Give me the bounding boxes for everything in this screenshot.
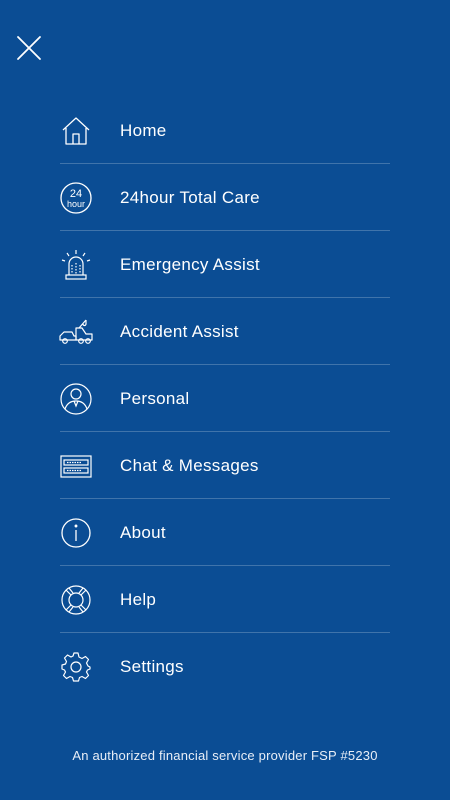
menu-item-label: Emergency Assist [120, 254, 260, 274]
info-icon [58, 515, 94, 551]
menu-item-label: Accident Assist [120, 321, 239, 341]
menu-item-label: About [120, 522, 166, 542]
menu-item-label: Chat & Messages [120, 455, 259, 475]
menu-item-personal[interactable]: Personal [0, 365, 450, 432]
close-button[interactable] [12, 31, 46, 65]
navigation-drawer: Home 24 hour 24hour Total Care Emergency… [0, 0, 450, 800]
menu-item-label: Personal [120, 388, 190, 408]
emergency-beacon-icon [58, 247, 94, 283]
menu-item-about[interactable]: About [0, 499, 450, 566]
menu-item-accident-assist[interactable]: Accident Assist [0, 298, 450, 365]
gear-icon [58, 649, 94, 685]
menu-item-label: Help [120, 589, 157, 609]
menu-item-settings[interactable]: Settings [0, 633, 450, 700]
24hour-icon-bottom: hour [67, 199, 85, 209]
menu-item-label: 24hour Total Care [120, 187, 260, 207]
menu-item-label: Home [120, 120, 167, 140]
main-menu: Home 24 hour 24hour Total Care Emergency… [0, 97, 450, 700]
menu-item-help[interactable]: Help [0, 566, 450, 633]
lifebuoy-icon [58, 582, 94, 618]
chat-messages-icon [58, 448, 94, 484]
menu-item-24hour-total-care[interactable]: 24 hour 24hour Total Care [0, 164, 450, 231]
menu-item-emergency-assist[interactable]: Emergency Assist [0, 231, 450, 298]
close-icon [17, 36, 41, 60]
menu-item-chat-messages[interactable]: Chat & Messages [0, 432, 450, 499]
fsp-disclaimer: An authorized financial service provider… [72, 748, 378, 763]
menu-item-label: Settings [120, 656, 184, 676]
menu-item-home[interactable]: Home [0, 97, 450, 164]
home-icon [58, 113, 94, 149]
24hour-icon: 24 hour [58, 180, 94, 216]
person-icon [58, 381, 94, 417]
tow-truck-icon [58, 314, 94, 350]
